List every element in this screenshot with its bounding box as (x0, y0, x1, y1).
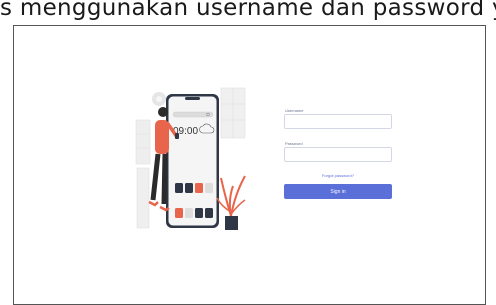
password-input[interactable] (284, 147, 392, 162)
login-illustration: 09:00 (135, 87, 246, 230)
document-caption-text: s menggunakan username dan password yang… (0, 0, 496, 20)
username-input[interactable] (284, 114, 392, 129)
forgot-password-link[interactable]: Forgot password? (284, 173, 392, 178)
sign-in-button[interactable]: Sign in (284, 184, 392, 199)
login-screenshot-frame (13, 25, 486, 305)
login-form: Username Password Forgot password? Sign … (284, 108, 392, 199)
